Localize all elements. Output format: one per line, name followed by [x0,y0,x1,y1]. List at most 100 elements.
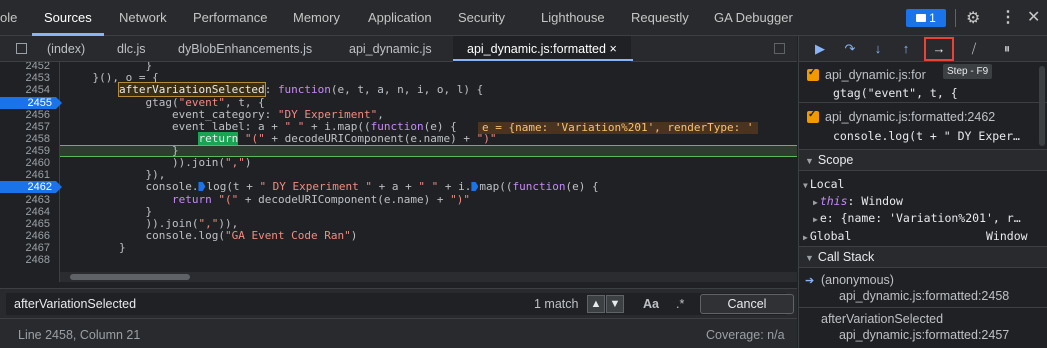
scope-key: this [819,194,848,208]
messages-badge[interactable]: 1 [906,9,946,27]
scope-this[interactable]: ▶ this: Window [813,194,903,208]
tab-sources[interactable]: Sources [44,0,92,36]
checkbox-icon[interactable] [807,67,819,81]
file-tab-dlc[interactable]: dlc.js [117,36,145,62]
debugger-sidebar: ▶ ↷ ↓ ↑ → ⧸ ⏸ Step - F9 api_dynamic.js:f… [798,36,1047,348]
toolbar-divider [955,9,956,27]
tab-lighthouse[interactable]: Lighthouse [541,0,605,36]
tab-performance[interactable]: Performance [193,0,267,36]
more-options-icon[interactable]: ⋮ [1000,7,1016,27]
file-tab-api-dynamic[interactable]: api_dynamic.js [349,36,432,62]
section-title: Call Stack [817,250,875,264]
cursor-position: Line 2458, Column 21 [18,328,141,342]
breakpoint-marker[interactable]: 2455 [0,97,62,109]
horizontal-scrollbar[interactable] [60,272,797,282]
frame-function: (anonymous) [821,273,894,287]
code-line: } [66,241,126,254]
tab-security[interactable]: Security [458,0,505,36]
line-number[interactable]: 2468 [0,254,50,266]
file-tab-index[interactable]: (index) [47,36,85,62]
line-number: 2455 [27,97,52,109]
scrollbar-thumb[interactable] [70,274,190,280]
chevron-down-icon: ▼ [805,253,814,263]
line-number[interactable]: 2461 [0,169,50,181]
pause-on-exceptions-icon[interactable]: ⏸ [996,39,1018,59]
line-number[interactable]: 2454 [0,84,50,96]
line-number[interactable]: 2463 [0,194,50,206]
chevron-down-icon: ▼ [803,181,808,190]
tab-ga-debugger[interactable]: GA Debugger [714,0,793,36]
breakpoint-location: api_dynamic.js:for [825,68,926,82]
search-input[interactable] [6,293,786,315]
resume-icon[interactable]: ▶ [809,39,831,59]
message-icon [916,14,927,22]
callstack-section-header[interactable]: ▼ Call Stack [799,246,1047,268]
line-number[interactable]: 2460 [0,157,50,169]
devtools-panel-tabs: ole Sources Network Performance Memory A… [0,0,1047,36]
toggle-navigator-icon[interactable] [16,43,27,54]
checkbox-icon[interactable] [807,109,819,123]
frame-location: api_dynamic.js:formatted:2458 [839,289,1010,303]
line-number[interactable]: 2466 [0,230,50,242]
line-number[interactable]: 2459 [0,145,50,157]
line-number[interactable]: 2457 [0,121,50,133]
debugger-toolbar: ▶ ↷ ↓ ↑ → ⧸ ⏸ [799,36,1047,62]
scope-e[interactable]: ▶ e: {name: 'Variation%201', r… [813,211,1021,225]
deactivate-breakpoints-icon[interactable]: ⧸ [963,39,985,59]
chevron-down-icon[interactable]: ▼ [606,295,624,313]
tab-memory[interactable]: Memory [293,0,340,36]
file-tab-label: api_dynamic.js:formatted [467,42,606,56]
breakpoint-item[interactable]: api_dynamic.js:formatted:2462 [807,109,996,124]
vertical-scrollbar[interactable] [1039,66,1045,146]
line-gutter[interactable]: 2452 2453 2454 2455 2456 2457 2458 2459 … [0,62,62,282]
gear-icon[interactable]: ⚙ [966,8,980,28]
line-number[interactable]: 2456 [0,109,50,121]
code-editor[interactable]: 2452 2453 2454 2455 2456 2457 2458 2459 … [0,62,797,282]
frame-function: afterVariationSelected [821,312,944,326]
regex-button[interactable]: .* [676,297,684,311]
scope-label: Local [809,177,845,191]
tab-application[interactable]: Application [368,0,432,36]
breakpoint-marker[interactable]: 2462 [0,181,62,193]
tab-network[interactable]: Network [119,0,167,36]
messages-count: 1 [929,11,936,25]
line-number[interactable]: 2464 [0,206,50,218]
line-number[interactable]: 2465 [0,218,50,230]
line-number[interactable]: 2453 [0,72,50,84]
scope-value: e: {name: 'Variation%201', r… [819,211,1021,225]
line-number[interactable]: 2458 [0,133,50,145]
file-tab-dyblobenhancements[interactable]: dyBlobEnhancements.js [178,36,312,62]
cancel-button[interactable]: Cancel [700,294,794,314]
step-out-icon[interactable]: ↑ [895,39,917,59]
chevron-down-icon: ▼ [805,156,814,166]
inline-breakpoint-icon[interactable] [471,182,479,191]
line-number[interactable]: 2452 [0,62,50,72]
match-case-button[interactable]: Aa [643,297,659,311]
chevron-right-icon: ▶ [803,233,808,242]
toggle-debugger-icon[interactable] [774,43,785,54]
tab-console[interactable]: ole [0,0,17,36]
step-tooltip: Step - F9 [943,64,993,79]
frame-location: api_dynamic.js:formatted:2457 [839,328,1010,342]
tab-requestly[interactable]: Requestly [631,0,689,36]
step-over-icon[interactable]: ↷ [839,39,861,59]
coverage-status[interactable]: Coverage: n/a [706,328,785,342]
scope-global[interactable]: ▶ Global [803,229,851,243]
status-bar: Line 2458, Column 21 Coverage: n/a [0,318,797,348]
close-tab-icon[interactable]: × [609,42,616,56]
breakpoint-code: gtag("event", t, { [833,86,958,100]
chevron-up-icon[interactable]: ▲ [587,295,605,313]
scope-label: Global [809,229,852,243]
close-devtools-icon[interactable]: ✕ [1027,7,1040,27]
active-file-indicator [453,59,633,61]
step-into-icon[interactable]: ↓ [867,39,889,59]
scope-section-header[interactable]: ▼ Scope [799,149,1047,171]
breakpoint-location: api_dynamic.js:formatted:2462 [825,110,996,124]
callstack-divider [799,307,1047,308]
line-number: 2462 [27,181,52,193]
line-number[interactable]: 2467 [0,242,50,254]
current-frame-arrow-icon: ➔ [805,275,815,287]
chevron-right-icon: ▶ [813,215,818,224]
scope-local[interactable]: ▼ Local [803,177,844,191]
inline-breakpoint-icon[interactable] [198,182,206,191]
